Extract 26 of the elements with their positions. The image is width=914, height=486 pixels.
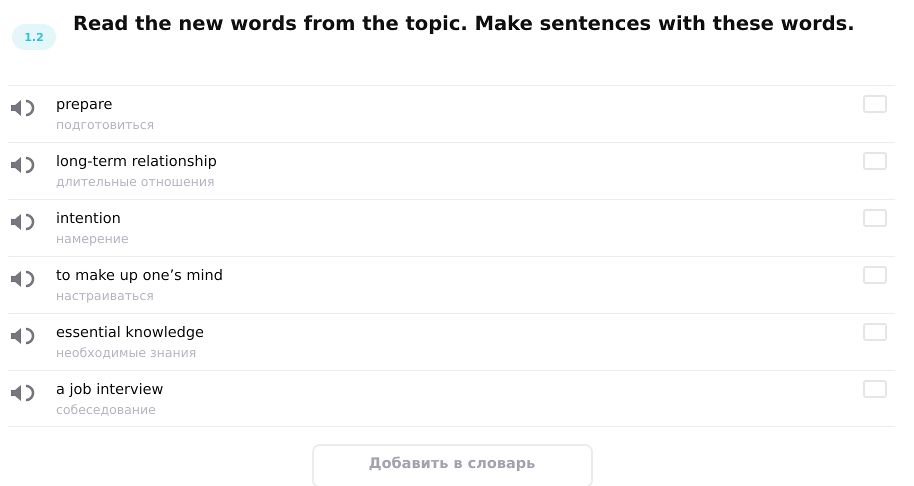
word-text: intention bbox=[56, 210, 121, 229]
translation-text: собеседование bbox=[56, 401, 156, 418]
word-text: a job interview bbox=[56, 381, 164, 400]
speaker-icon[interactable] bbox=[10, 156, 36, 174]
word-checkbox[interactable] bbox=[863, 152, 887, 170]
speaker-icon[interactable] bbox=[10, 99, 36, 117]
word-checkbox[interactable] bbox=[863, 209, 887, 227]
word-checkbox[interactable] bbox=[863, 380, 887, 398]
word-text: long-term relationship bbox=[56, 153, 217, 172]
word-checkbox[interactable] bbox=[863, 266, 887, 284]
speaker-icon[interactable] bbox=[10, 270, 36, 288]
speaker-icon[interactable] bbox=[10, 327, 36, 345]
word-text: to make up one’s mind bbox=[56, 267, 223, 286]
speaker-icon[interactable] bbox=[10, 384, 36, 402]
word-checkbox[interactable] bbox=[863, 323, 887, 341]
translation-text: намерение bbox=[56, 230, 129, 247]
word-text: essential knowledge bbox=[56, 324, 204, 343]
translation-text: длительные отношения bbox=[56, 173, 214, 190]
translation-text: настраиваться bbox=[56, 287, 154, 304]
word-text: prepare bbox=[56, 96, 112, 115]
translation-text: подготовиться bbox=[56, 116, 154, 133]
task-number-badge: 1.2 bbox=[12, 24, 56, 50]
speaker-icon[interactable] bbox=[10, 213, 36, 231]
word-checkbox[interactable] bbox=[863, 95, 887, 113]
task-title: Read the new words from the topic. Make sentences with these words. bbox=[73, 11, 855, 37]
translation-text: необходимые знания bbox=[56, 344, 196, 361]
